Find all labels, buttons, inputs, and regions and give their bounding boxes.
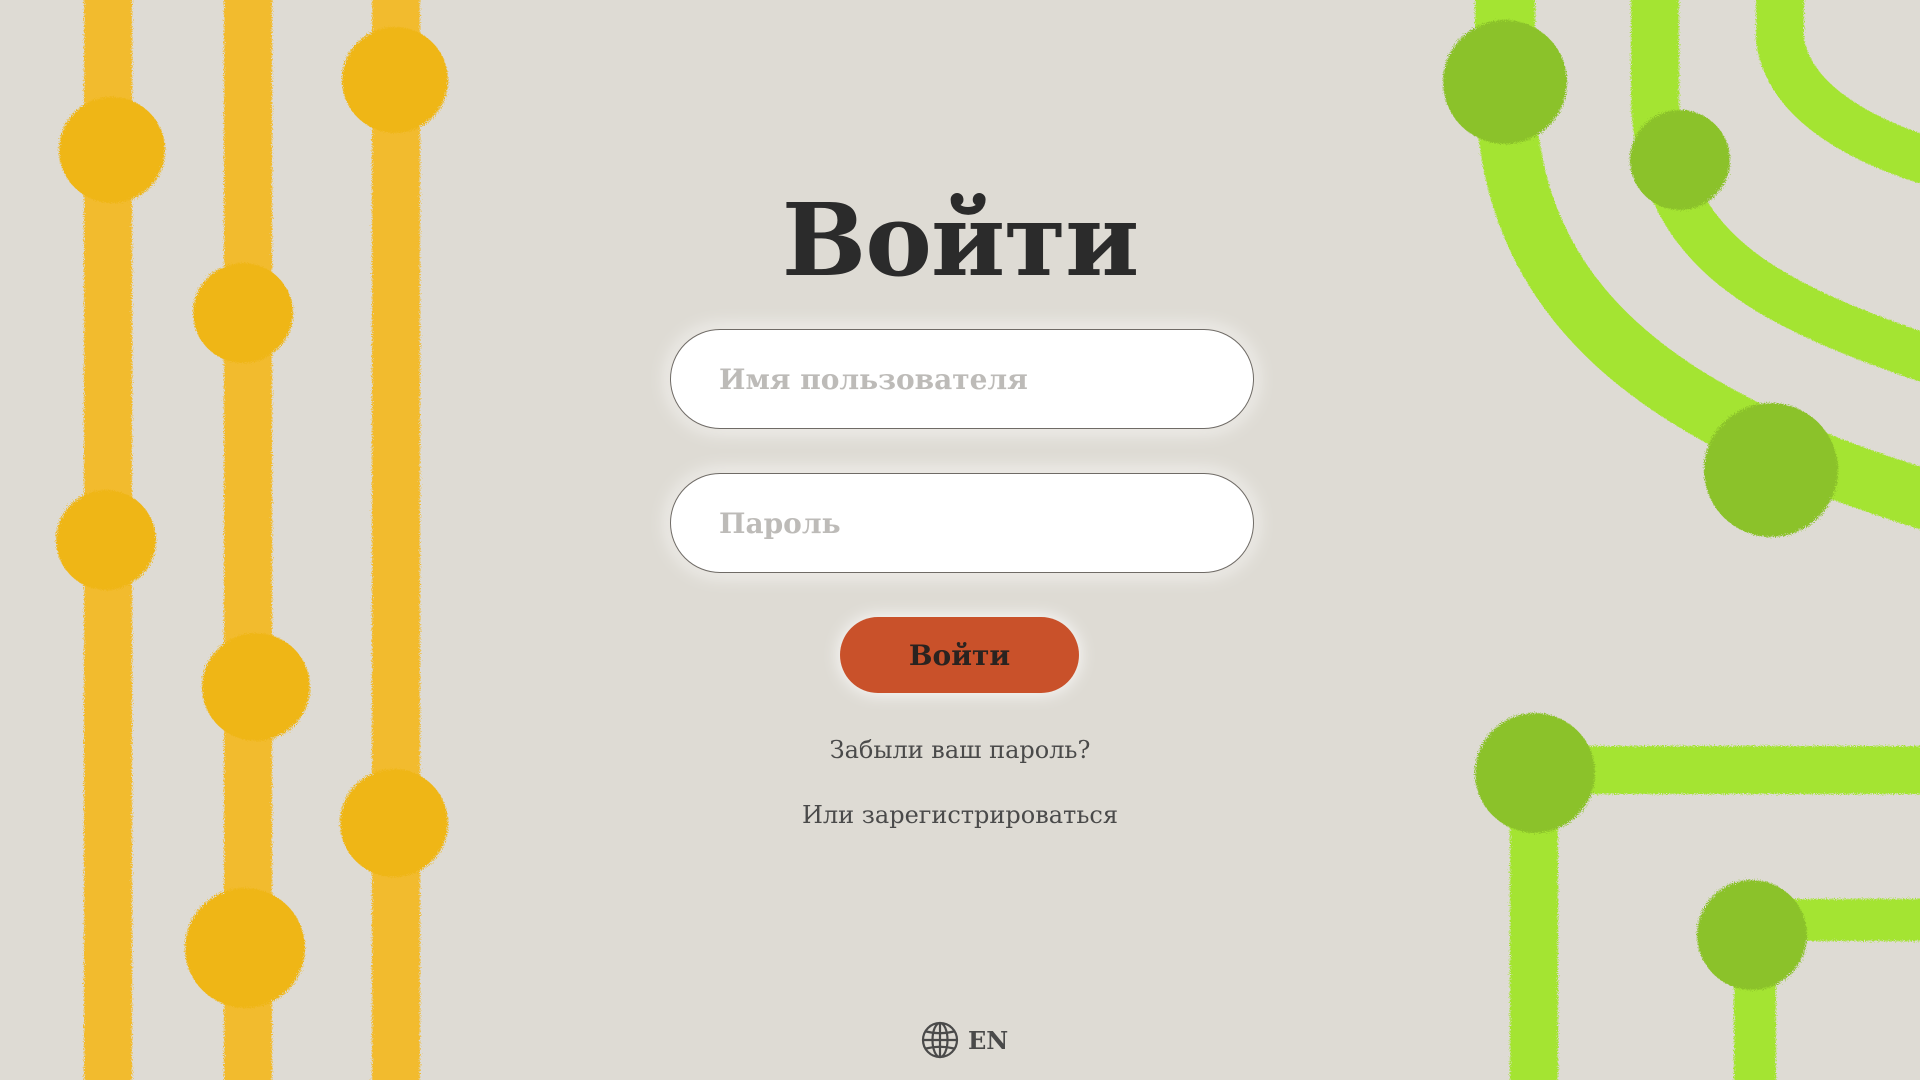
register-link[interactable]: Или зарегистрироваться [660,801,1260,829]
language-switcher[interactable]: EN [920,1020,1008,1060]
username-input[interactable] [670,329,1254,429]
globe-icon [921,1021,959,1059]
forgot-password-link[interactable]: Забыли ваш пароль? [660,736,1260,764]
password-input[interactable] [670,473,1254,573]
login-form: Войти Войти Забыли ваш пароль? Или зарег… [0,0,1920,1080]
login-button[interactable]: Войти [840,617,1079,693]
login-page: Войти Войти Забыли ваш пароль? Или зарег… [0,0,1920,1080]
page-title: Войти [781,181,1140,299]
language-label: EN [968,1025,1009,1055]
